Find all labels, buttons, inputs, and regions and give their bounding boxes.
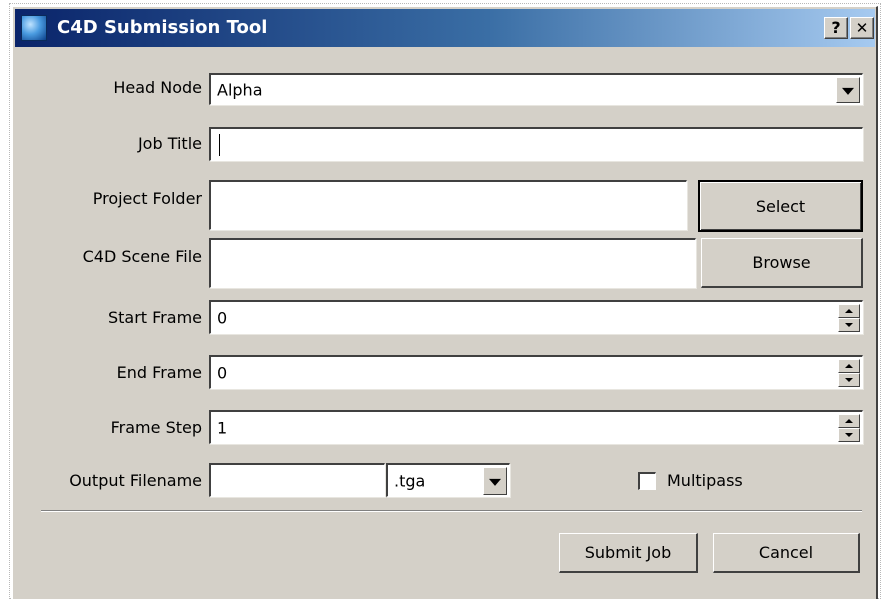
job-title-label: Job Title (137, 134, 202, 153)
job-title-input[interactable] (209, 127, 863, 161)
frame-step-spinbox[interactable]: 1 (209, 410, 863, 444)
head-node-select[interactable]: Alpha (209, 73, 863, 105)
arrow-down-icon (845, 378, 853, 382)
submit-job-button[interactable]: Submit Job (559, 533, 698, 573)
start-frame-spinbox[interactable]: 0 (209, 300, 863, 334)
extension-value: .tga (394, 471, 426, 490)
chevron-down-icon (489, 478, 501, 486)
arrow-down-icon (845, 323, 853, 327)
output-filename-input[interactable] (209, 463, 385, 497)
arrow-up-icon (845, 364, 853, 368)
arrow-up-icon (845, 419, 853, 423)
spin-up-button[interactable] (838, 304, 860, 318)
separator (41, 510, 862, 512)
multipass-label: Multipass (667, 471, 743, 490)
end-frame-spinbox[interactable]: 0 (209, 355, 863, 389)
start-frame-spinner (838, 304, 860, 332)
head-node-label: Head Node (113, 78, 202, 97)
start-frame-label: Start Frame (107, 308, 202, 327)
chevron-down-icon (842, 87, 854, 95)
frame-step-label: Frame Step (110, 418, 202, 437)
start-frame-value: 0 (217, 308, 228, 327)
title-bar[interactable]: C4D Submission Tool ? ✕ (15, 9, 875, 47)
output-filename-label: Output Filename (69, 471, 202, 490)
arrow-down-icon (845, 433, 853, 437)
end-frame-label: End Frame (116, 363, 202, 382)
spin-up-button[interactable] (838, 414, 860, 428)
end-frame-value: 0 (217, 363, 228, 382)
end-frame-spinner (838, 359, 860, 387)
spin-down-button[interactable] (838, 318, 860, 332)
cancel-button[interactable]: Cancel (713, 533, 860, 573)
extension-select[interactable]: .tga (386, 463, 510, 497)
scene-file-label: C4D Scene File (82, 247, 202, 266)
close-button[interactable]: ✕ (850, 17, 874, 39)
head-node-value: Alpha (217, 80, 263, 99)
help-button[interactable]: ? (824, 17, 848, 39)
spin-up-button[interactable] (838, 359, 860, 373)
multipass-checkbox[interactable] (638, 472, 656, 490)
arrow-up-icon (845, 309, 853, 313)
scene-file-input[interactable] (209, 238, 696, 288)
head-node-dropdown-button[interactable] (836, 77, 860, 103)
close-icon: ✕ (855, 19, 869, 37)
app-globe-icon (21, 15, 47, 41)
select-folder-button[interactable]: Select (698, 180, 863, 232)
spin-down-button[interactable] (838, 373, 860, 387)
spin-down-button[interactable] (838, 428, 860, 442)
frame-step-value: 1 (217, 418, 228, 437)
text-caret (219, 134, 220, 156)
project-folder-label: Project Folder (92, 189, 202, 208)
extension-dropdown-button[interactable] (483, 467, 507, 495)
dialog-window: C4D Submission Tool ? ✕ Head Node Alpha … (12, 6, 878, 599)
frame-step-spinner (838, 414, 860, 442)
window-title: C4D Submission Tool (57, 17, 268, 38)
browse-button[interactable]: Browse (701, 238, 863, 288)
project-folder-input[interactable] (209, 180, 687, 230)
